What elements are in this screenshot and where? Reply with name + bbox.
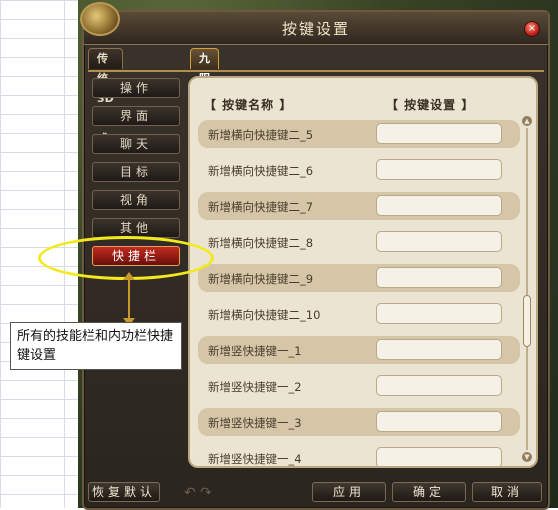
scroll-thumb[interactable]	[523, 295, 531, 348]
keybinding-label: 新增竖快捷键一_3	[208, 416, 302, 430]
keybinding-row: 新增横向快捷键二_5	[198, 120, 520, 148]
close-button[interactable]: ×	[524, 21, 540, 37]
ok-button[interactable]: 确定	[392, 482, 466, 502]
annotation-callout: 所有的技能栏和内功栏快捷键设置	[10, 322, 182, 370]
keybinding-label: 新增竖快捷键一_4	[208, 452, 302, 466]
scroll-up-icon[interactable]: ▲	[522, 116, 532, 126]
keybinding-row: 新增横向快捷键二_7	[198, 192, 520, 220]
keybinding-label: 新增横向快捷键二_10	[208, 308, 321, 322]
keybinding-panel: 【 按键名称 】 【 按键设置 】 新增横向快捷键二_5 新增横向快捷键二_6 …	[188, 76, 538, 468]
bottom-action-bar: 恢复默认 ↶ ↷ 应用 确定 取消	[84, 480, 548, 506]
sidebar-item-other[interactable]: 其他	[92, 218, 180, 238]
keybinding-row: 新增竖快捷键一_4	[198, 444, 520, 466]
keybinding-row: 新增竖快捷键一_3	[198, 408, 520, 436]
title-bar[interactable]: 按键设置 ×	[84, 12, 548, 45]
keybinding-label: 新增横向快捷键二_5	[208, 128, 314, 142]
keybinding-row: 新增横向快捷键二_8	[198, 228, 520, 256]
callout-connector	[128, 274, 130, 324]
keybinding-row: 新增竖快捷键一_2	[198, 372, 520, 400]
sidebar-item-target[interactable]: 目标	[92, 162, 180, 182]
key-input[interactable]	[376, 339, 502, 360]
key-input[interactable]	[376, 375, 502, 396]
arrow-up-icon	[123, 272, 135, 280]
key-input[interactable]	[376, 231, 502, 252]
key-input[interactable]	[376, 123, 502, 144]
tab-divider	[88, 70, 544, 72]
key-input[interactable]	[376, 195, 502, 216]
key-input[interactable]	[376, 411, 502, 432]
sidebar-item-operation[interactable]: 操作	[92, 78, 180, 98]
scrollbar[interactable]: ▲ ▼	[522, 116, 532, 462]
keybinding-label: 新增横向快捷键二_9	[208, 272, 314, 286]
keybinding-label: 新增竖快捷键一_2	[208, 380, 302, 394]
game-emblem-icon	[80, 2, 120, 36]
keybinding-row: 新增横向快捷键二_6	[198, 156, 520, 184]
key-input[interactable]	[376, 159, 502, 180]
key-input[interactable]	[376, 267, 502, 288]
keybinding-label: 新增横向快捷键二_8	[208, 236, 314, 250]
keybinding-row: 新增横向快捷键二_10	[198, 300, 520, 328]
keybinding-label: 新增横向快捷键二_6	[208, 164, 314, 178]
keybinding-label: 新增横向快捷键二_7	[208, 200, 314, 214]
column-header-key-setting: 【 按键设置 】	[386, 98, 475, 112]
apply-button[interactable]: 应用	[312, 482, 386, 502]
cancel-button[interactable]: 取消	[472, 482, 542, 502]
column-header-key-name: 【 按键名称 】	[204, 98, 293, 112]
sidebar-item-camera[interactable]: 视角	[92, 190, 180, 210]
tab-jiuyin-special[interactable]: 九阴特色模式	[190, 48, 219, 165]
restore-default-button[interactable]: 恢复默认	[88, 482, 160, 502]
tab-traditional-3d[interactable]: 传统3D模式	[88, 48, 123, 145]
keybinding-row: 新增竖快捷键一_1	[198, 336, 520, 364]
undo-redo-icon[interactable]: ↶ ↷	[184, 485, 212, 501]
key-input[interactable]	[376, 447, 502, 466]
key-input[interactable]	[376, 303, 502, 324]
scroll-down-icon[interactable]: ▼	[522, 452, 532, 462]
keybinding-list: 新增横向快捷键二_5 新增横向快捷键二_6 新增横向快捷键二_7 新增横向快捷键…	[198, 120, 520, 466]
scroll-track[interactable]	[526, 128, 528, 450]
sidebar-item-interface[interactable]: 界面	[92, 106, 180, 126]
sidebar-item-chat[interactable]: 聊天	[92, 134, 180, 154]
keybinding-row: 新增横向快捷键二_9	[198, 264, 520, 292]
window-title: 按键设置	[281, 20, 350, 38]
keybinding-label: 新增竖快捷键一_1	[208, 344, 302, 358]
